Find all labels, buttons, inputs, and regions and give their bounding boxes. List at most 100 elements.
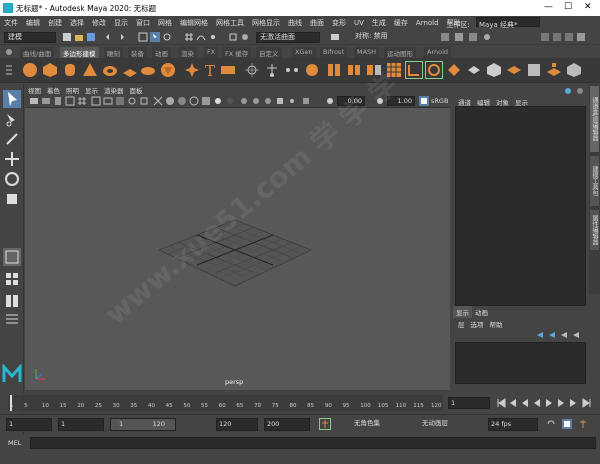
render-icon[interactable]: [330, 32, 340, 42]
field-chart-icon[interactable]: [127, 96, 137, 106]
menu-generate[interactable]: 生成: [368, 16, 390, 28]
maximize-button[interactable]: ☐: [564, 2, 572, 12]
playback-options-icon[interactable]: [578, 419, 588, 429]
start-time-field[interactable]: 1: [6, 418, 52, 431]
snap-curve-icon[interactable]: [196, 32, 206, 42]
layer-menu-help[interactable]: 帮助: [487, 318, 506, 330]
fps-dropdown[interactable]: 24 fps: [488, 418, 538, 431]
svg-icon[interactable]: [220, 62, 236, 78]
loop-icon[interactable]: [546, 419, 556, 429]
isolate-select-icon[interactable]: [275, 96, 285, 106]
shelf-tab-mash[interactable]: MASH: [354, 47, 380, 58]
menu-uv[interactable]: UV: [350, 17, 368, 27]
shelf-tab-rigging[interactable]: 装备: [128, 47, 147, 58]
mirror-icon[interactable]: [346, 62, 362, 78]
channel-box-content[interactable]: [455, 106, 586, 306]
xray-joints-icon[interactable]: [287, 96, 297, 106]
torus-icon[interactable]: [102, 62, 118, 78]
tool-settings-toggle-icon[interactable]: [564, 32, 574, 42]
camera-select-icon[interactable]: [29, 96, 39, 106]
character-set-icon[interactable]: [319, 418, 331, 430]
menu-mesh[interactable]: 网格: [154, 16, 176, 28]
character-set-dropdown[interactable]: 无角色集: [352, 418, 406, 431]
side-tab-modeling-toolkit[interactable]: 建模工具包: [590, 156, 599, 206]
smooth-icon[interactable]: [304, 62, 320, 78]
auto-key-icon[interactable]: [562, 419, 572, 429]
side-tab-channel-box[interactable]: 通道盒/层编辑器: [590, 86, 599, 152]
live-surface-icon[interactable]: [240, 32, 250, 42]
single-pane-layout-icon[interactable]: [3, 248, 21, 266]
symmetry-dropdown[interactable]: 对称: 禁用: [352, 32, 408, 43]
paint-select-icon[interactable]: [3, 130, 21, 148]
target-weld-icon[interactable]: [466, 62, 482, 78]
shelf-tab-custom[interactable]: 自定义: [256, 47, 282, 58]
select-hierarchy-icon[interactable]: [138, 32, 148, 42]
ipr-render-icon[interactable]: [468, 32, 478, 42]
film-gate-icon[interactable]: [91, 96, 101, 106]
menu-cache[interactable]: 缓存: [390, 16, 412, 28]
end-time-field[interactable]: 200: [264, 418, 310, 431]
play-backwards-icon[interactable]: [532, 398, 542, 408]
motion-blur-icon[interactable]: [251, 96, 261, 106]
anim-layer-dropdown[interactable]: 无动画层: [420, 418, 480, 431]
panel-close-icon[interactable]: [575, 86, 585, 96]
bevel-icon[interactable]: [405, 61, 423, 79]
text-icon[interactable]: T: [202, 62, 218, 78]
ambient-occlusion-icon[interactable]: [239, 96, 249, 106]
anti-aliasing-icon[interactable]: [263, 96, 273, 106]
shelf-tab-fx-cache[interactable]: FX 缓存: [222, 47, 252, 58]
shelf-tab-bifrost[interactable]: Bifrost: [320, 47, 347, 58]
shelf-tab-poly-modeling[interactable]: 多边形建模: [60, 47, 99, 58]
command-input[interactable]: [30, 437, 596, 449]
move-tool-icon[interactable]: [3, 150, 21, 168]
menu-edit[interactable]: 编辑: [22, 16, 44, 28]
snap-grid-icon[interactable]: [184, 32, 194, 42]
shelf-tab-motion-graphics[interactable]: 运动图形: [384, 47, 416, 58]
range-bar[interactable]: 1 120: [110, 418, 176, 431]
panel-float-icon[interactable]: [563, 86, 573, 96]
cube-icon[interactable]: [42, 62, 58, 78]
menu-mesh-tools[interactable]: 网格工具: [212, 16, 248, 28]
quad-draw-icon[interactable]: [506, 62, 522, 78]
sphere-icon[interactable]: [22, 62, 38, 78]
cylinder-icon[interactable]: [62, 62, 78, 78]
crease-icon[interactable]: [486, 62, 502, 78]
new-scene-icon[interactable]: [62, 32, 72, 42]
select-object-icon[interactable]: [150, 32, 160, 42]
new-layer-icon[interactable]: [571, 330, 581, 340]
layer-menu-options[interactable]: 选项: [468, 318, 487, 330]
time-ruler[interactable]: 1 5 10 15 20 25 30 35 40 45 50 55 60 65 70 75 80 85 90 95 10…: [8, 395, 443, 411]
menu-curves[interactable]: 曲线: [284, 16, 306, 28]
modeling-toolkit-toggle-icon[interactable]: [540, 32, 550, 42]
two-pane-layout-icon[interactable]: [3, 292, 21, 310]
step-forward-frame-icon[interactable]: [556, 398, 566, 408]
step-back-key-icon[interactable]: [508, 398, 518, 408]
minimize-button[interactable]: —: [544, 2, 553, 12]
sweep-mesh-icon[interactable]: [244, 62, 260, 78]
perspective-viewport[interactable]: persp www.xue51.com 学 学 学: [25, 67, 450, 390]
separate-icon[interactable]: [284, 62, 300, 78]
play-forwards-icon[interactable]: [544, 398, 554, 408]
menu-modify[interactable]: 修改: [88, 16, 110, 28]
save-scene-icon[interactable]: [86, 32, 96, 42]
combine-icon[interactable]: [264, 62, 280, 78]
layer-move-down-icon[interactable]: [547, 330, 557, 340]
shelf-tab-xgen[interactable]: XGen: [292, 47, 316, 58]
layer-tab-display[interactable]: 显示: [453, 306, 472, 318]
undo-icon[interactable]: [104, 32, 114, 42]
attribute-editor-toggle-icon[interactable]: [552, 32, 562, 42]
layer-tab-anim[interactable]: 动画: [472, 306, 491, 318]
disc-icon[interactable]: [140, 62, 156, 78]
use-all-lights-icon[interactable]: [213, 96, 223, 106]
menu-display[interactable]: 显示: [110, 16, 132, 28]
super-shape-icon[interactable]: [184, 62, 200, 78]
snap-view-plane-icon[interactable]: [228, 32, 238, 42]
camera-attributes-icon[interactable]: [41, 96, 51, 106]
render-settings-icon[interactable]: [482, 32, 492, 42]
menu-edit-mesh[interactable]: 编辑网格: [176, 16, 212, 28]
rotate-tool-icon[interactable]: [3, 170, 21, 188]
menu-window[interactable]: 窗口: [132, 16, 154, 28]
menu-surfaces[interactable]: 曲面: [306, 16, 328, 28]
menu-mesh-display[interactable]: 网格显示: [248, 16, 284, 28]
shelf-options-icon[interactable]: [4, 64, 14, 78]
